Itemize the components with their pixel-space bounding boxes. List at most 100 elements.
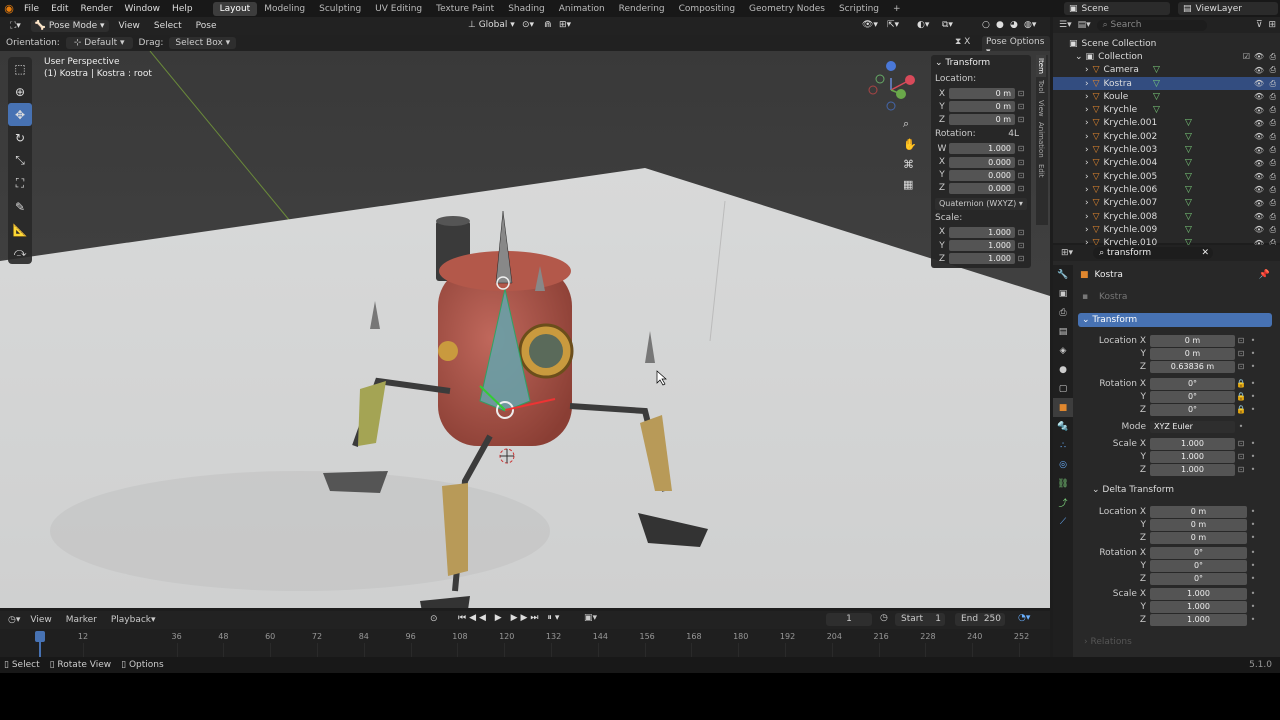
- keyframe-dot-icon[interactable]: •: [1247, 561, 1259, 570]
- camera-render-icon[interactable]: ⎙: [1270, 185, 1276, 195]
- scene-collection-row[interactable]: ▣ Scene Collection: [1053, 37, 1280, 50]
- playback-controls[interactable]: ⏮◀◀ ▶ ▶▶⏭ ⏸▾: [458, 613, 562, 623]
- lock-icon[interactable]: ⊡: [1015, 184, 1027, 193]
- location-z-field[interactable]: 0 m: [949, 114, 1015, 126]
- scale-y-field[interactable]: 1.000: [949, 240, 1015, 252]
- tool-tab-icon[interactable]: 🔧: [1053, 265, 1073, 284]
- eye-icon[interactable]: 👁: [1254, 132, 1264, 141]
- expand-arrow-icon[interactable]: ›: [1085, 185, 1089, 195]
- prop-location-y-field[interactable]: 0 m: [1150, 347, 1235, 360]
- eye-icon[interactable]: 👁: [1254, 212, 1264, 221]
- lock-icon[interactable]: ⊡: [1235, 336, 1247, 345]
- keyframe-dot-icon[interactable]: •: [1247, 520, 1259, 529]
- keyframe-dot-icon[interactable]: •: [1235, 422, 1247, 431]
- menu-window[interactable]: Window: [119, 4, 167, 14]
- keyframe-dot-icon[interactable]: •: [1247, 589, 1259, 598]
- cursor-tool-icon[interactable]: ⊕: [8, 80, 32, 103]
- perspective-toggle-icon[interactable]: ▦: [903, 178, 913, 191]
- outliner-editor-icon[interactable]: ☰▾: [1059, 20, 1072, 30]
- armature-data-tab-icon[interactable]: ⤴: [1053, 493, 1073, 512]
- expand-arrow-icon[interactable]: ›: [1085, 172, 1089, 182]
- prop-mode-dropdown[interactable]: XYZ Euler: [1150, 420, 1235, 433]
- lock-icon[interactable]: ⊡: [1015, 254, 1027, 263]
- tab-tool[interactable]: Tool: [1036, 77, 1046, 97]
- rotation-w-field[interactable]: 1.000: [949, 143, 1015, 155]
- lock-icon[interactable]: ⊡: [1235, 349, 1247, 358]
- render-tab-icon[interactable]: ▣: [1053, 284, 1073, 303]
- keyframe-dot-icon[interactable]: •: [1247, 439, 1259, 448]
- timeline-editor-icon[interactable]: ◷▾: [8, 615, 20, 625]
- expand-arrow-icon[interactable]: ›: [1085, 105, 1089, 115]
- rendered-shading-icon[interactable]: ◍▾: [1020, 19, 1040, 31]
- checkbox-icon[interactable]: ☑: [1243, 52, 1250, 61]
- eye-icon[interactable]: 👁: [1254, 185, 1264, 194]
- camera-render-icon[interactable]: ⎙: [1270, 92, 1276, 102]
- tab-sculpting[interactable]: Sculpting: [312, 2, 368, 16]
- constraints-tab-icon[interactable]: ⛓: [1053, 474, 1073, 493]
- zoom-icon[interactable]: ⌕: [903, 117, 909, 131]
- scene-selector[interactable]: ▣ Scene: [1064, 2, 1170, 15]
- keying-icon[interactable]: ▣▾: [584, 613, 597, 623]
- keyframe-dot-icon[interactable]: •: [1247, 336, 1259, 345]
- delta-scale-y-field[interactable]: 1.000: [1150, 600, 1247, 613]
- lock-icon[interactable]: ⊡: [1235, 362, 1247, 371]
- delta-scale-z-field[interactable]: 1.000: [1150, 613, 1247, 626]
- relations-header[interactable]: › Relations: [1084, 637, 1132, 647]
- outliner-item[interactable]: › ▽ Krychle.006 ▽ 👁 ⎙: [1053, 183, 1280, 196]
- tab-compositing[interactable]: Compositing: [672, 2, 742, 16]
- expand-arrow-icon[interactable]: ›: [1085, 118, 1089, 128]
- camera-render-icon[interactable]: ⎙: [1270, 79, 1276, 89]
- eye-icon[interactable]: 👁: [1254, 79, 1264, 88]
- mode-dropdown[interactable]: 🦴 Pose Mode ▾: [30, 20, 109, 32]
- clear-search-icon[interactable]: ✕: [1202, 247, 1210, 259]
- menu-select[interactable]: Select: [150, 20, 186, 32]
- tab-texture-paint[interactable]: Texture Paint: [429, 2, 501, 16]
- keyframe-dot-icon[interactable]: •: [1247, 392, 1259, 401]
- new-collection-icon[interactable]: ⊞: [1268, 20, 1276, 30]
- menu-pose[interactable]: Pose: [192, 20, 221, 32]
- expand-arrow-icon[interactable]: ›: [1085, 92, 1089, 102]
- eye-icon[interactable]: 👁: [1254, 106, 1264, 115]
- keyframe-dot-icon[interactable]: •: [1247, 507, 1259, 516]
- current-frame-field[interactable]: 1: [826, 613, 872, 626]
- tab-uv-editing[interactable]: UV Editing: [368, 2, 429, 16]
- rotation-mode-dropdown[interactable]: Quaternion (WXYZ) ▾: [935, 197, 1027, 210]
- bone-tab-icon[interactable]: ⟋: [1053, 512, 1073, 531]
- end-frame-field[interactable]: End 250: [955, 613, 1005, 626]
- outliner-item[interactable]: › ▽ Camera ▽ 👁 ⎙: [1053, 64, 1280, 77]
- tab-animation-side[interactable]: Animation: [1036, 119, 1046, 161]
- tab-layout[interactable]: Layout: [212, 1, 258, 16]
- keyframe-dot-icon[interactable]: •: [1247, 452, 1259, 461]
- outliner-item[interactable]: › ▽ Krychle.004 ▽ 👁 ⎙: [1053, 157, 1280, 170]
- expand-arrow-icon[interactable]: ›: [1085, 212, 1089, 222]
- camera-render-icon[interactable]: ⎙: [1270, 158, 1276, 168]
- tab-view[interactable]: View: [1036, 97, 1046, 120]
- view-layer-tab-icon[interactable]: ▤: [1053, 322, 1073, 341]
- lock-icon[interactable]: ⊡: [1015, 171, 1027, 180]
- eye-icon[interactable]: 👁: [1254, 172, 1264, 181]
- outliner-item[interactable]: › ▽ Krychle.002 ▽ 👁 ⎙: [1053, 130, 1280, 143]
- prop-scale-z-field[interactable]: 1.000: [1150, 463, 1235, 476]
- camera-render-icon[interactable]: ⎙: [1270, 198, 1276, 208]
- delta-location-y-field[interactable]: 0 m: [1150, 518, 1247, 531]
- lock-icon[interactable]: ⊡: [1235, 452, 1247, 461]
- pan-hand-icon[interactable]: ✋: [903, 138, 917, 151]
- outliner-item[interactable]: › ▽ Krychle.008 ▽ 👁 ⎙: [1053, 210, 1280, 223]
- transform-header[interactable]: ⌄ Transform: [935, 58, 1027, 68]
- camera-render-icon[interactable]: ⎙: [1270, 52, 1276, 62]
- lock-icon[interactable]: ⊡: [1015, 115, 1027, 124]
- prop-rotation-x-field[interactable]: 0°: [1150, 377, 1235, 390]
- pivot-icon[interactable]: ⊙▾: [518, 19, 538, 31]
- outliner-item[interactable]: › ▽ Krychle.005 ▽ 👁 ⎙: [1053, 170, 1280, 183]
- eye-icon[interactable]: 👁: [1254, 225, 1264, 234]
- tab-rendering[interactable]: Rendering: [612, 2, 672, 16]
- delta-location-z-field[interactable]: 0 m: [1150, 531, 1247, 544]
- scene-tab-icon[interactable]: ◈: [1053, 341, 1073, 360]
- tab-animation[interactable]: Animation: [552, 2, 612, 16]
- physics-tab-icon[interactable]: ◎: [1053, 455, 1073, 474]
- outliner-item[interactable]: › ▽ Krychle ▽ 👁 ⎙: [1053, 103, 1280, 116]
- camera-render-icon[interactable]: ⎙: [1270, 145, 1276, 155]
- keyframe-dot-icon[interactable]: •: [1247, 379, 1259, 388]
- keyframe-dot-icon[interactable]: •: [1247, 548, 1259, 557]
- lock-icon[interactable]: ⊡: [1235, 439, 1247, 448]
